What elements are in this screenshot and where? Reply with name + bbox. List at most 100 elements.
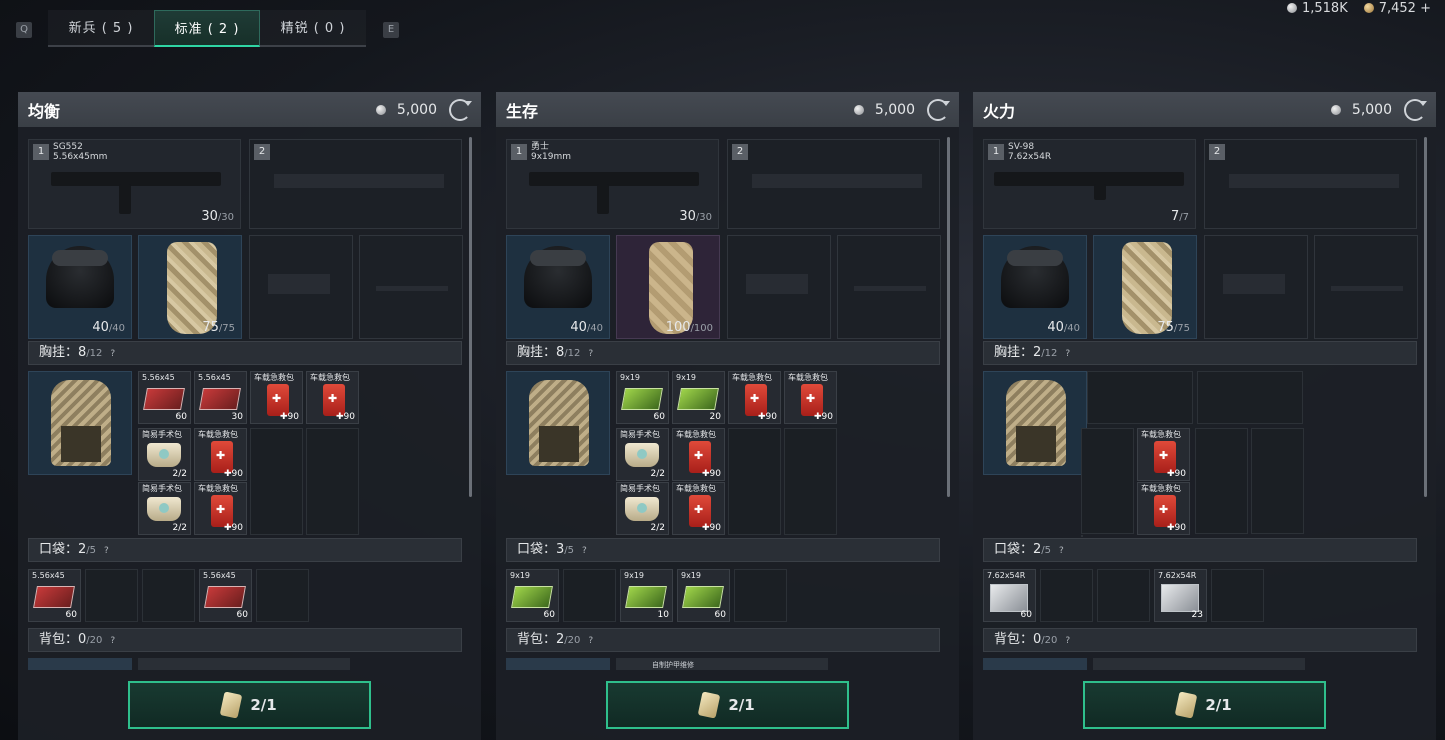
inventory-item[interactable]: 5.56x45 30	[194, 371, 247, 424]
primary-weapon-slot[interactable]: 1 SG552 5.56x45mm 30/30	[28, 139, 241, 229]
inventory-item[interactable]: 车载急救包 ✚90	[672, 482, 725, 535]
primary-weapon-slot[interactable]: 1 勇士 9x19mm 30/30	[506, 139, 719, 229]
refresh-icon[interactable]	[1404, 98, 1427, 121]
item-name: 9x19	[676, 373, 697, 382]
inventory-item[interactable]: 车载急救包 ✚90	[194, 482, 247, 535]
inventory-item[interactable]: 9x19 10	[620, 569, 673, 622]
empty-slot[interactable]	[1251, 428, 1304, 534]
empty-slot[interactable]	[306, 428, 359, 535]
scrollbar[interactable]	[469, 137, 472, 497]
empty-slot[interactable]	[728, 428, 781, 535]
help-icon[interactable]: ?	[588, 343, 593, 365]
inventory-item[interactable]: 车载急救包 ✚90	[306, 371, 359, 424]
select-loadout-button[interactable]: 2/1	[128, 681, 371, 729]
help-icon[interactable]: ?	[588, 630, 593, 652]
inventory-item[interactable]: 车载急救包 ✚90	[1137, 482, 1190, 535]
refresh-icon[interactable]	[927, 98, 950, 121]
empty-slot[interactable]	[1087, 371, 1193, 424]
item-count: ✚90	[814, 412, 833, 422]
empty-slot[interactable]	[1040, 569, 1093, 622]
melee-slot[interactable]	[1314, 235, 1418, 339]
help-icon[interactable]: ?	[110, 343, 115, 365]
tab-elite[interactable]: 精锐 ( 0 )	[260, 10, 366, 47]
tab-recruit[interactable]: 新兵 ( 5 )	[48, 10, 154, 47]
tab-standard[interactable]: 标准 ( 2 )	[154, 10, 260, 47]
pistol-slot[interactable]	[1204, 235, 1308, 339]
empty-slot[interactable]	[1211, 569, 1264, 622]
inventory-item[interactable]: 车载急救包 ✚90	[784, 371, 837, 424]
inventory-item[interactable]: 9x19 60	[616, 371, 669, 424]
inventory-item[interactable]: 9x19 60	[506, 569, 559, 622]
helmet-icon	[46, 246, 114, 308]
armor-slot[interactable]: 75/75	[1093, 235, 1197, 339]
melee-slot[interactable]	[837, 235, 941, 339]
add-currency-button[interactable]: +	[1420, 1, 1431, 16]
empty-slot[interactable]	[1097, 569, 1150, 622]
empty-slot[interactable]	[1081, 535, 1083, 537]
inventory-item[interactable]: 简易手术包 2/2	[138, 482, 191, 535]
chest-rig-slot[interactable]	[28, 371, 132, 475]
empty-slot[interactable]	[563, 569, 616, 622]
scrollbar[interactable]	[1424, 137, 1427, 497]
inventory-item[interactable]: 车载急救包 ✚90	[1137, 428, 1190, 481]
inventory-item[interactable]: 车载急救包 ✚90	[194, 428, 247, 481]
loadout-title: 均衡	[28, 101, 61, 121]
help-icon[interactable]: ?	[1065, 630, 1070, 652]
inventory-item[interactable]: 车载急救包 ✚90	[250, 371, 303, 424]
empty-slot[interactable]	[250, 428, 303, 535]
armor-slot[interactable]: 75/75	[138, 235, 242, 339]
secondary-weapon-slot[interactable]: 2	[249, 139, 462, 229]
item-name: 9x19	[510, 571, 531, 580]
helmet-slot[interactable]: 40/40	[506, 235, 610, 339]
item-name: 5.56x45	[203, 571, 236, 580]
empty-slot[interactable]	[1197, 371, 1303, 424]
help-icon[interactable]: ?	[582, 540, 587, 562]
empty-slot[interactable]	[734, 569, 787, 622]
help-icon[interactable]: ?	[104, 540, 109, 562]
chest-rig-slot[interactable]	[983, 371, 1087, 475]
secondary-weapon-slot[interactable]: 2	[1204, 139, 1417, 229]
help-icon[interactable]: ?	[1059, 540, 1064, 562]
primary-weapon-slot[interactable]: 1 SV-98 7.62x54R 7/7	[983, 139, 1196, 229]
empty-slot[interactable]	[1195, 428, 1248, 534]
pistol-slot[interactable]	[727, 235, 831, 339]
scrollbar[interactable]	[947, 137, 950, 497]
pistol-slot[interactable]	[249, 235, 353, 339]
help-icon[interactable]: ?	[110, 630, 115, 652]
refresh-icon[interactable]	[449, 98, 472, 121]
inventory-item[interactable]: 7.62x54R 23	[1154, 569, 1207, 622]
inventory-item[interactable]: 5.56x45 60	[28, 569, 81, 622]
slot-number: 2	[1209, 144, 1225, 160]
inventory-item[interactable]: 7.62x54R 60	[983, 569, 1036, 622]
inventory-item[interactable]: 5.56x45 60	[138, 371, 191, 424]
inventory-item[interactable]: 9x19 60	[677, 569, 730, 622]
inventory-item[interactable]: 5.56x45 60	[199, 569, 252, 622]
armor-slot[interactable]: 100/100	[616, 235, 720, 339]
item-count: 2/2	[172, 523, 187, 533]
empty-slot[interactable]	[1081, 428, 1134, 534]
empty-slot[interactable]	[784, 428, 837, 535]
select-loadout-button[interactable]: 2/1	[1083, 681, 1326, 729]
item-count: 2/2	[650, 523, 665, 533]
chest-rig-slot[interactable]	[506, 371, 610, 475]
empty-slot[interactable]	[85, 569, 138, 622]
empty-slot[interactable]	[142, 569, 195, 622]
helmet-slot[interactable]: 40/40	[28, 235, 132, 339]
item-count: 10	[657, 610, 669, 620]
help-icon[interactable]: ?	[1065, 343, 1070, 365]
inventory-item[interactable]: 简易手术包 2/2	[616, 482, 669, 535]
melee-slot[interactable]	[359, 235, 463, 339]
ticket-icon	[1175, 691, 1198, 719]
next-tab-key-hint: E	[383, 22, 399, 38]
secondary-weapon-slot[interactable]: 2	[727, 139, 940, 229]
empty-slot[interactable]	[256, 569, 309, 622]
helmet-slot[interactable]: 40/40	[983, 235, 1087, 339]
inventory-item[interactable]: 车载急救包 ✚90	[728, 371, 781, 424]
ammo-red-icon	[143, 388, 185, 410]
inventory-item[interactable]: 简易手术包 2/2	[616, 428, 669, 481]
inventory-item[interactable]: 简易手术包 2/2	[138, 428, 191, 481]
inventory-item[interactable]: 车载急救包 ✚90	[672, 428, 725, 481]
select-loadout-button[interactable]: 2/1	[606, 681, 849, 729]
item-count: 60	[175, 412, 187, 422]
inventory-item[interactable]: 9x19 20	[672, 371, 725, 424]
